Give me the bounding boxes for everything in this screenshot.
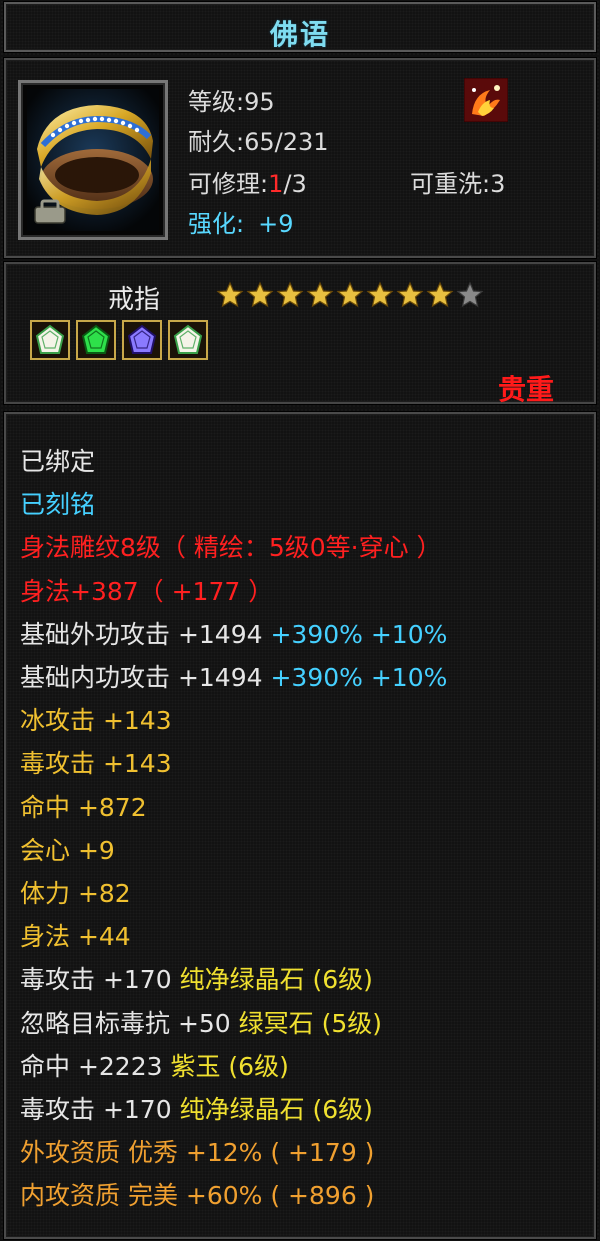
stat-text: +390% +10% [270, 619, 448, 649]
repair-label: 可修理: [188, 170, 269, 198]
item-type: 戒指 [108, 285, 161, 315]
level-value: :95 [236, 88, 275, 116]
ring-icon [18, 80, 168, 240]
level-line: 等级:95 [188, 82, 275, 117]
rewash-line: 可重洗:3 [410, 164, 505, 199]
stat-line: 冰攻击 +143 [20, 701, 172, 737]
stat-text: 会心 +9 [20, 835, 115, 865]
star-empty-icon [456, 281, 484, 308]
stat-text: 忽略目标毒抗 +50 [20, 1008, 239, 1038]
rune-icon [464, 78, 508, 122]
stat-text: 紫玉 (6级) [170, 1051, 289, 1081]
enhance-line: 强化: +9 [188, 204, 293, 239]
star-filled-icon [216, 281, 244, 308]
durability-value: :65/231 [236, 128, 329, 156]
stat-text: 内攻资质 完美 +60% ( +896 ) [20, 1181, 375, 1211]
green-gem-icon [76, 320, 116, 360]
white-gem-icon [30, 320, 70, 360]
stat-line: 已绑定 [20, 442, 95, 478]
stat-text: 已绑定 [20, 447, 96, 476]
item-quality: 贵重 [497, 373, 554, 406]
durability-line: 耐久:65/231 [188, 122, 329, 157]
stat-text: 冰攻击 +143 [20, 706, 172, 736]
gem-slots [30, 320, 208, 360]
white-gem-icon [168, 320, 208, 360]
stat-line: 基础内功攻击 +1494 +390% +10% [20, 658, 447, 694]
stat-text: 外攻资质 优秀 +12% ( +179 ) [20, 1138, 375, 1168]
star-filled-icon [336, 281, 364, 308]
level-label: 等级 [188, 88, 236, 116]
stat-text: 命中 +872 [20, 792, 147, 822]
stat-text: 毒攻击 +143 [20, 749, 172, 779]
stat-line: 外攻资质 优秀 +12% ( +179 ) [20, 1133, 374, 1169]
stat-text: 命中 +2223 [20, 1051, 171, 1081]
stat-text: 身法雕纹8级（ 精绘：5级0等·穿心 ） [20, 533, 442, 563]
repair-total: /3 [283, 170, 307, 198]
stat-line: 体力 +82 [20, 874, 131, 910]
title-bar: 佛语 [4, 2, 596, 52]
stat-line: 会心 +9 [20, 831, 115, 867]
stat-text: 身法+387（ +177 ） [20, 576, 274, 606]
stat-line: 毒攻击 +170 纯净绿晶石 (6级) [20, 1090, 373, 1126]
stat-text: 毒攻击 +170 [20, 965, 180, 995]
stat-line: 基础外功攻击 +1494 +390% +10% [20, 615, 447, 651]
stat-text: 体力 +82 [20, 879, 131, 908]
stat-line: 身法 +44 [20, 917, 131, 953]
stat-text: +390% +10% [270, 663, 448, 692]
stat-text: 绿冥石 (5级) [238, 1008, 383, 1038]
rewash-value: :3 [482, 170, 506, 198]
stat-line: 内攻资质 完美 +60% ( +896 ) [20, 1176, 374, 1212]
stat-text: 基础外功攻击 +1494 [20, 619, 271, 649]
stat-line: 毒攻击 +143 [20, 744, 172, 780]
stat-text: 已刻铭 [20, 490, 96, 520]
star-filled-icon [276, 281, 304, 308]
item-header: 等级:95 耐久:65/231 可修理:1/3 可重洗:3 强化: +9 [4, 58, 596, 258]
enhance-value: +9 [258, 210, 294, 238]
rewash-label: 可重洗 [410, 170, 482, 198]
star-filled-icon [306, 281, 334, 308]
purple-gem-icon [122, 320, 162, 360]
stat-text: 毒攻击 +170 [20, 1095, 180, 1124]
stat-line: 身法+387（ +177 ） [20, 572, 273, 608]
stat-line: 毒攻击 +170 纯净绿晶石 (6级) [20, 960, 373, 996]
stat-line: 命中 +872 [20, 788, 147, 824]
stat-text: 基础内功攻击 +1494 [20, 663, 271, 692]
star-filled-icon [426, 281, 454, 308]
stat-text: 纯净绿晶石 (6级) [179, 1095, 373, 1124]
item-name: 佛语 [269, 18, 330, 51]
star-filled-icon [246, 281, 274, 308]
stat-line: 已刻铭 [20, 485, 95, 521]
repair-line: 可修理:1/3 [188, 164, 307, 199]
stats-list: 已绑定已刻铭身法雕纹8级（ 精绘：5级0等·穿心 ） 身法+387（ +177 ）… [4, 412, 596, 1239]
star-rating [216, 281, 484, 309]
stat-line: 命中 +2223 紫玉 (6级) [20, 1047, 289, 1083]
durability-label: 耐久 [188, 128, 236, 156]
item-tooltip: 佛语 等级:95 耐久:65/231 可修理:1/3 可重洗:3 强化: +9 … [0, 0, 600, 1241]
stat-text: 纯净绿晶石 (6级) [179, 965, 373, 995]
star-filled-icon [396, 281, 424, 308]
enhance-label: 强化: [188, 210, 245, 238]
item-summary: 戒指 贵重 [4, 262, 596, 406]
repair-current: 1 [268, 170, 284, 198]
lock-icon [34, 199, 66, 224]
stat-text: 身法 +44 [20, 922, 131, 952]
stat-line: 忽略目标毒抗 +50 绿冥石 (5级) [20, 1004, 382, 1040]
stat-line: 身法雕纹8级（ 精绘：5级0等·穿心 ） [20, 528, 442, 564]
star-filled-icon [366, 281, 394, 308]
